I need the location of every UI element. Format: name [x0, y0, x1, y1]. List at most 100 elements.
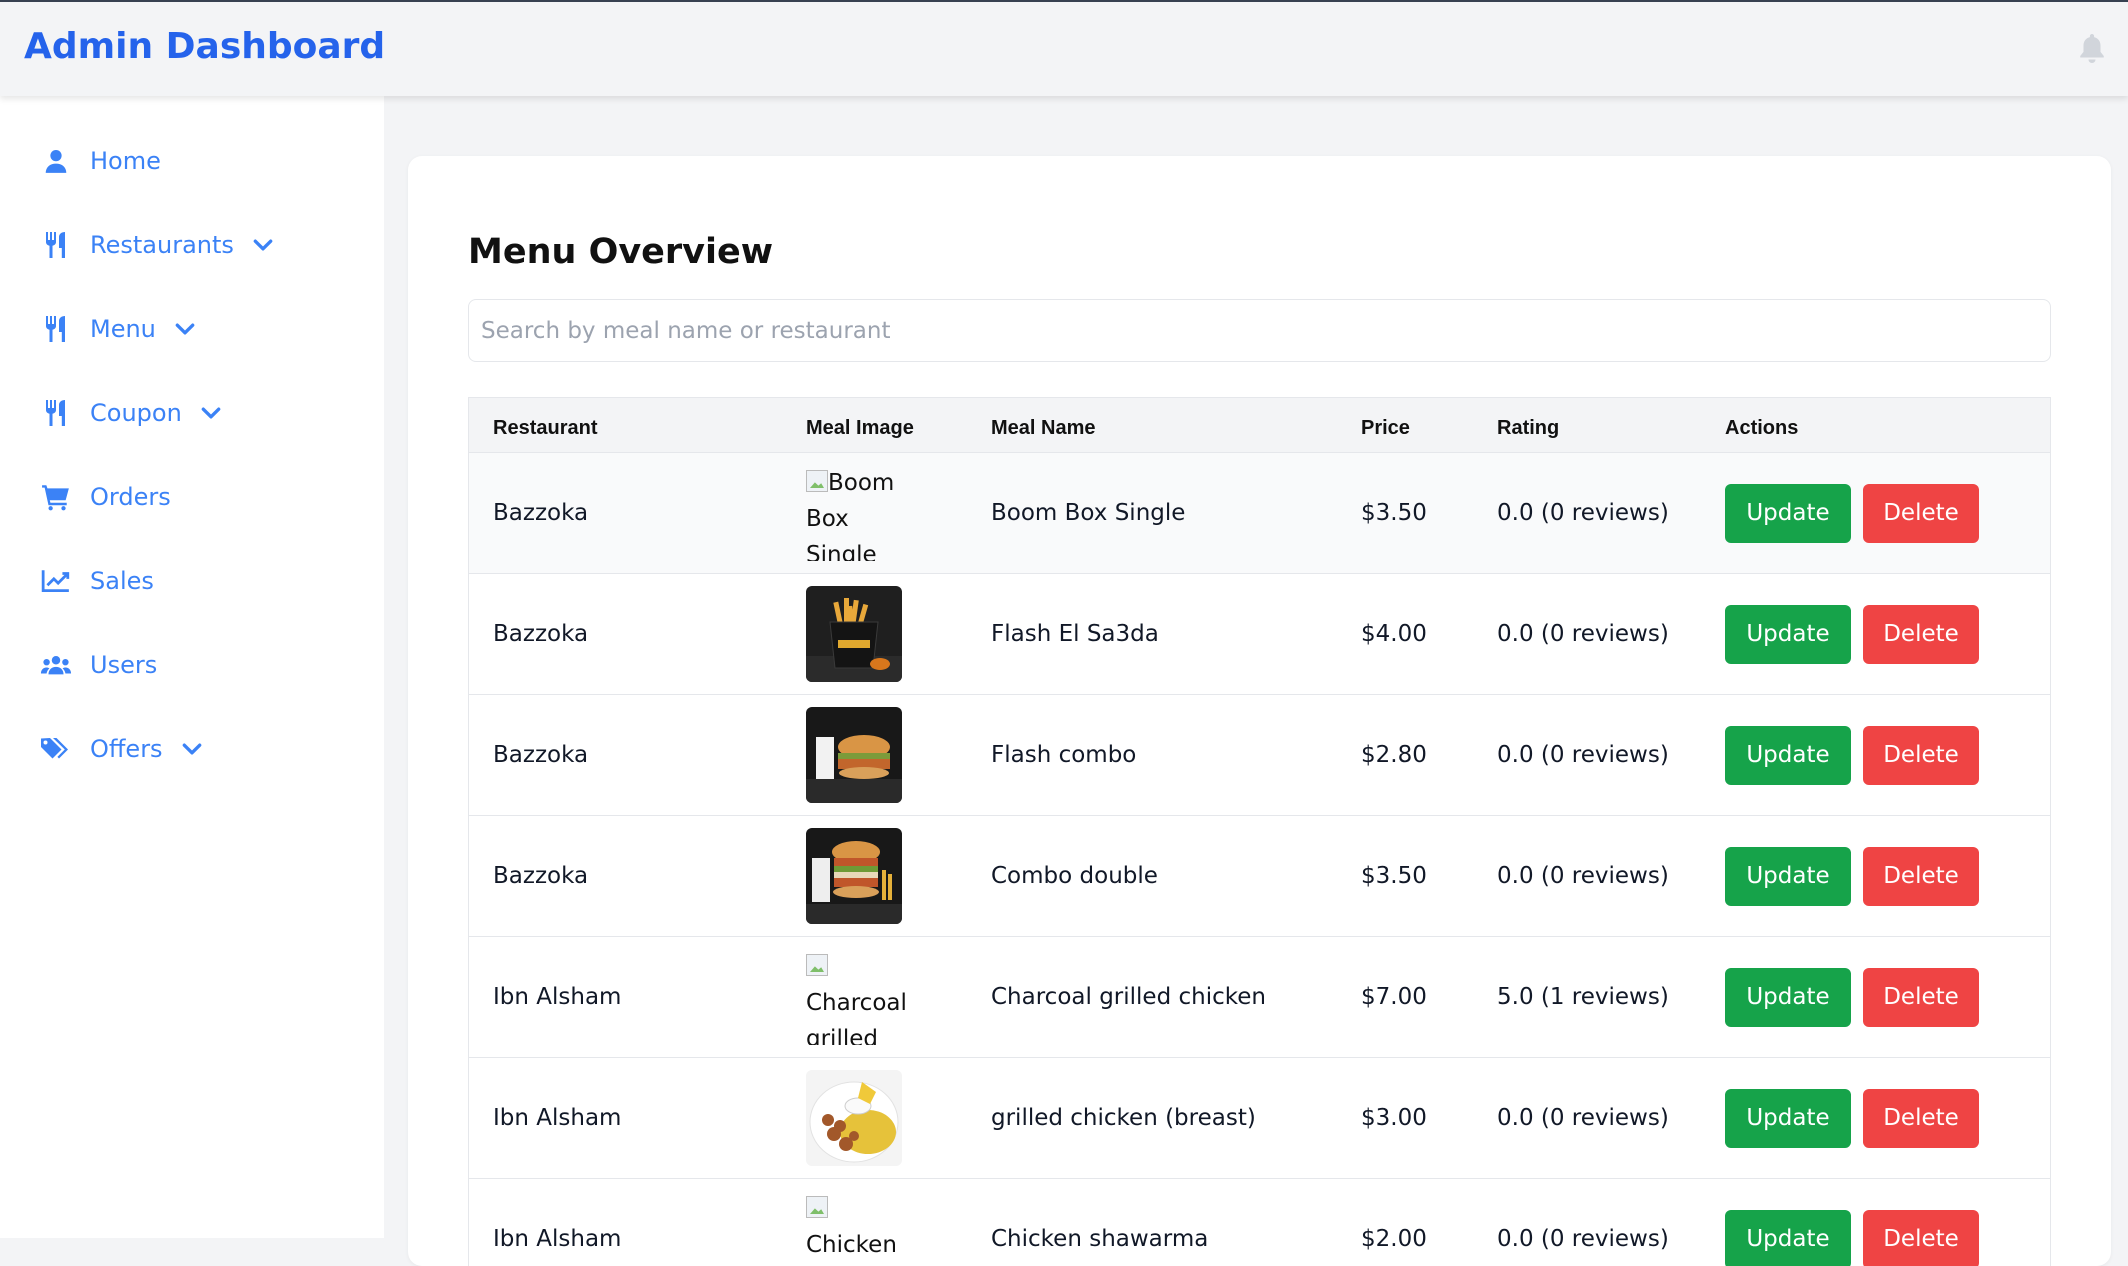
cell-rating: 0.0 (0 reviews) [1497, 574, 1669, 694]
broken-image-icon [806, 470, 828, 492]
table-row: BazzokaFlash El Sa3da$4.000.0 (0 reviews… [469, 574, 2050, 695]
table-row: Ibn Alsham Charcoal grilled Charcoal grill… [469, 937, 2050, 1058]
sidebar-item-sales[interactable]: Sales [40, 561, 154, 601]
sidebar-item-label: Menu [90, 315, 156, 343]
update-button[interactable]: Update [1725, 726, 1851, 785]
search-input[interactable] [468, 299, 2051, 362]
cell-meal-name: Flash combo [991, 695, 1136, 815]
delete-button[interactable]: Delete [1863, 726, 1979, 785]
meal-image-broken: Charcoal grilled [806, 949, 906, 1045]
sidebar-item-coupon[interactable]: Coupon [40, 393, 222, 433]
cell-meal-image [806, 574, 902, 694]
sidebar-item-label: Restaurants [90, 231, 234, 259]
column-header-price: Price [1361, 398, 1410, 452]
sidebar-item-label: Coupon [90, 399, 182, 427]
cell-price: $2.80 [1361, 695, 1427, 815]
cell-actions: UpdateDelete [1725, 695, 1979, 815]
cell-actions: UpdateDelete [1725, 574, 1979, 694]
cell-restaurant: Bazzoka [493, 695, 588, 815]
cell-rating: 5.0 (1 reviews) [1497, 937, 1669, 1057]
cell-meal-name: grilled chicken (breast) [991, 1058, 1256, 1178]
meal-image [806, 707, 902, 803]
cell-meal-image: Charcoal grilled [806, 937, 906, 1057]
cell-rating: 0.0 (0 reviews) [1497, 1058, 1669, 1178]
cell-rating: 0.0 (0 reviews) [1497, 453, 1669, 573]
update-button[interactable]: Update [1725, 484, 1851, 543]
delete-button[interactable]: Delete [1863, 968, 1979, 1027]
sidebar-item-orders[interactable]: Orders [40, 477, 171, 517]
update-button[interactable]: Update [1725, 968, 1851, 1027]
broken-image-icon [806, 954, 828, 976]
sidebar-item-menu[interactable]: Menu [40, 309, 196, 349]
cell-meal-name: Boom Box Single [991, 453, 1185, 573]
broken-image-icon [806, 1196, 828, 1218]
sidebar-item-restaurants[interactable]: Restaurants [40, 225, 274, 265]
update-button[interactable]: Update [1725, 605, 1851, 664]
bell-icon[interactable] [2076, 32, 2108, 66]
meal-image-broken: Chicken [806, 1191, 906, 1266]
cell-meal-image [806, 1058, 902, 1178]
sidebar-item-label: Offers [90, 735, 163, 763]
column-header-meal-image: Meal Image [806, 398, 914, 452]
cell-restaurant: Ibn Alsham [493, 1179, 621, 1266]
column-header-actions: Actions [1725, 398, 1798, 452]
meal-image-alt-text: Chicken [806, 1232, 897, 1258]
menu-overview-card: Menu Overview Restaurant Meal Image Meal… [408, 156, 2111, 1266]
delete-button[interactable]: Delete [1863, 484, 1979, 543]
table-row: Bazzoka Combo double $3.50 0.0 (0 reviews) U… [469, 816, 2050, 937]
cell-rating: 0.0 (0 reviews) [1497, 695, 1669, 815]
cell-meal-image [806, 816, 902, 936]
cell-actions: UpdateDelete [1725, 937, 1979, 1057]
cart-icon [40, 481, 72, 513]
cell-meal-name: Charcoal grilled chicken [991, 937, 1266, 1057]
users-icon [40, 649, 72, 681]
sidebar-item-users[interactable]: Users [40, 645, 157, 685]
cell-actions: UpdateDelete [1725, 816, 1979, 936]
sidebar-item-label: Orders [90, 483, 171, 511]
cell-rating: 0.0 (0 reviews) [1497, 816, 1669, 936]
cell-meal-name: Combo double [991, 816, 1158, 936]
delete-button[interactable]: Delete [1863, 847, 1979, 906]
chevron-down-icon[interactable] [252, 234, 274, 256]
utensils-icon [40, 397, 72, 429]
menu-table: Restaurant Meal Image Meal Name Price Ra… [468, 397, 2051, 1266]
sidebar-item-home[interactable]: Home [40, 141, 161, 181]
cell-meal-name: Chicken shawarma [991, 1179, 1208, 1266]
cell-meal-image: Chicken [806, 1179, 906, 1266]
cell-restaurant: Ibn Alsham [493, 1058, 621, 1178]
meal-image [806, 586, 902, 682]
cell-rating: 0.0 (0 reviews) [1497, 1179, 1669, 1266]
cell-restaurant: Ibn Alsham [493, 937, 621, 1057]
column-header-restaurant: Restaurant [493, 398, 597, 452]
chevron-down-icon[interactable] [174, 318, 196, 340]
update-button[interactable]: Update [1725, 847, 1851, 906]
chart-line-icon [40, 565, 72, 597]
cell-price: $3.50 [1361, 816, 1427, 936]
chevron-down-icon[interactable] [181, 738, 203, 760]
cell-meal-image [806, 695, 902, 815]
cell-restaurant: Bazzoka [493, 816, 588, 936]
cell-restaurant: Bazzoka [493, 453, 588, 573]
sidebar-item-label: Sales [90, 567, 154, 595]
column-header-meal-name: Meal Name [991, 398, 1096, 452]
table-row: Ibn AlshamChickenChicken shawarma$2.000.… [469, 1179, 2050, 1266]
utensils-icon [40, 313, 72, 345]
app-title: Admin Dashboard [24, 26, 385, 67]
meal-image [806, 828, 902, 924]
tags-icon [40, 733, 72, 765]
sidebar-item-label: Users [90, 651, 157, 679]
sidebar-item-label: Home [90, 147, 161, 175]
sidebar: Home Restaurants Menu Coupon Orders Sales User… [0, 96, 384, 1238]
cell-meal-image: Boom Box Single [806, 453, 906, 573]
delete-button[interactable]: Delete [1863, 605, 1979, 664]
sidebar-item-offers[interactable]: Offers [40, 729, 203, 769]
cell-price: $3.00 [1361, 1058, 1427, 1178]
cell-actions: UpdateDelete [1725, 1179, 1979, 1266]
chevron-down-icon[interactable] [200, 402, 222, 424]
top-bar: Admin Dashboard [0, 0, 2128, 96]
cell-restaurant: Bazzoka [493, 574, 588, 694]
delete-button[interactable]: Delete [1863, 1089, 1979, 1148]
meal-image-broken: Boom Box Single [806, 465, 906, 561]
update-button[interactable]: Update [1725, 1089, 1851, 1148]
cell-actions: UpdateDelete [1725, 1058, 1979, 1178]
